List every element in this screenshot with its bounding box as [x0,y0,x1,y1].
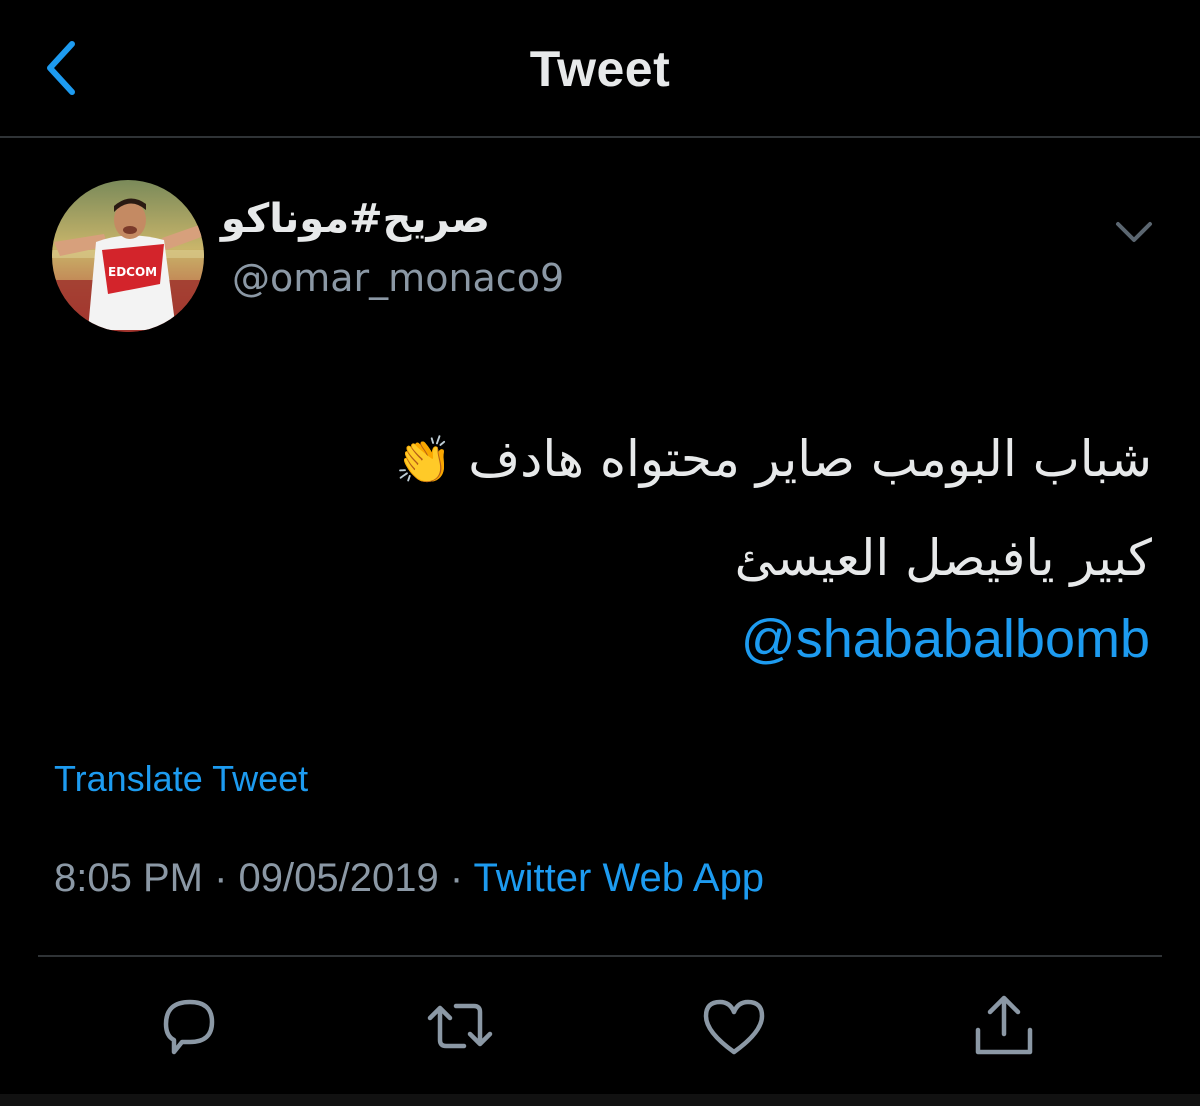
share-icon [975,995,1033,1055]
tweet-meta: 8:05 PM · 09/05/2019 · Twitter Web App [54,856,764,901]
username-handle[interactable]: @omar_monaco9 [232,256,564,300]
tweet-line-1-text: شباب البومب صاير محتواه هادف [468,430,1152,488]
meta-separator-1: · [202,856,239,900]
display-name[interactable]: صريح#موناكو [221,196,490,242]
avatar-photo: EDCOM [52,180,204,332]
tweet-time: 8:05 PM [54,856,203,900]
avatar[interactable]: EDCOM [52,180,204,332]
more-options-button[interactable] [1110,212,1158,252]
tweet-text: شباب البومب صاير محتواه هادف 👏 كبير يافي… [300,410,1152,607]
page-title: Tweet [529,41,671,97]
clapping-hands-icon: 👏 [395,433,453,487]
tweet-source-link[interactable]: Twitter Web App [474,856,765,900]
tweet-date: 09/05/2019 [238,856,439,900]
tweet-line-2: كبير يافيصل العيسئ [734,529,1152,587]
svg-text:EDCOM: EDCOM [108,265,157,279]
chevron-down-icon [1116,222,1152,242]
mention-link[interactable]: @shababalbomb [600,608,1150,670]
like-icon [703,999,765,1055]
top-bar: Tweet [0,0,1200,138]
retweet-button[interactable] [424,990,496,1062]
reply-button[interactable] [152,990,224,1062]
bottom-edge [0,1094,1200,1106]
divider [38,955,1162,957]
meta-separator-2: · [438,856,474,900]
tweet-line-1: شباب البومب صاير محتواه هادف 👏 [300,410,1152,509]
translate-tweet-link[interactable]: Translate Tweet [54,758,308,800]
share-button[interactable] [968,990,1040,1062]
like-button[interactable] [698,990,770,1062]
reply-icon [163,999,215,1055]
retweet-icon [427,1003,493,1049]
